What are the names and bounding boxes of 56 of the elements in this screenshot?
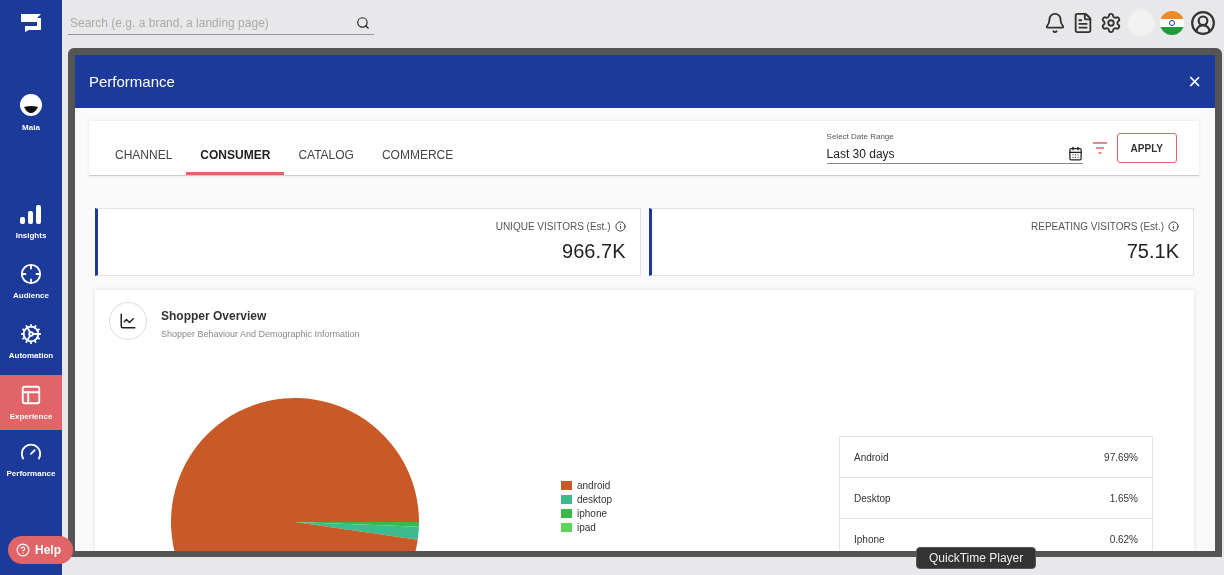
search-field[interactable]: Search (e.g. a brand, a landing page) [68,14,356,31]
card-subtitle: Shopper Behaviour And Demographic Information [161,329,360,339]
tab[interactable]: CHANNEL [101,137,187,175]
stat-label: UNIQUE VISITORS (Est.) [495,221,611,232]
legend-label: ipad [577,522,596,533]
sidebar-item[interactable]: Performance [0,437,62,482]
close-button[interactable]: × [1188,68,1201,95]
legend-label: desktop [577,494,613,505]
tab[interactable]: CONSUMER [186,137,285,175]
date-range-field[interactable]: Select Date Range Last 30 days [826,132,1083,164]
table-cell: 1.65% [1109,492,1138,504]
table-cell: Iphone [854,533,885,545]
stat-value: 75.1K [1126,240,1179,263]
dialog-title: Performance [89,73,175,90]
tab[interactable]: COMMERCE [367,137,468,175]
table-cell: Desktop [854,492,891,504]
face-icon [19,92,43,117]
table-cell: Android [854,451,889,463]
help-icon [16,543,30,557]
sidebar-item[interactable]: Automation [0,320,62,362]
trend-icon [119,312,137,330]
info-icon[interactable] [1168,221,1179,232]
tooltip: QuickTime Player [916,547,1037,569]
bars-icon [19,202,43,225]
target-icon [20,262,42,285]
settings-icon[interactable] [1100,12,1122,34]
document-icon[interactable] [1072,12,1094,34]
field-value: Last 30 days [826,146,895,161]
sidebar-label: Maia [22,122,40,132]
sidebar-item[interactable]: Insights [0,200,62,242]
sidebar-label: Experience [9,412,53,421]
user-icon[interactable] [1190,10,1216,36]
apply-button[interactable]: APPLY [1116,133,1177,163]
bell-icon[interactable] [1044,12,1066,34]
tab[interactable]: CATALOG [284,137,368,175]
field-label: Select Date Range [826,132,895,141]
table-cell: 97.69% [1104,451,1138,463]
gear-icon [20,322,42,345]
calendar-icon[interactable] [1067,146,1083,161]
sidebar-label: Automation [8,350,54,360]
flag-icon[interactable] [1160,11,1184,35]
sidebar-label: Audience [13,290,49,300]
legend-label: android [577,480,611,491]
layout-icon [20,384,42,406]
stat-value: 966.7K [562,240,626,263]
sidebar-label: Performance [6,469,56,478]
search-icon[interactable] [356,15,370,30]
card-title: Shopper Overview [161,309,268,323]
sidebar-label: Insights [15,230,47,240]
info-icon[interactable] [614,221,626,232]
sidebar-item[interactable]: Audience [0,260,62,302]
table-cell: 0.62% [1109,533,1138,545]
logo-icon[interactable] [19,12,43,32]
sidebar-item[interactable]: Maia [0,86,62,138]
legend-label: iphone [577,508,608,519]
stat-label: REPEATING VISITORS (Est.) [1031,221,1164,232]
